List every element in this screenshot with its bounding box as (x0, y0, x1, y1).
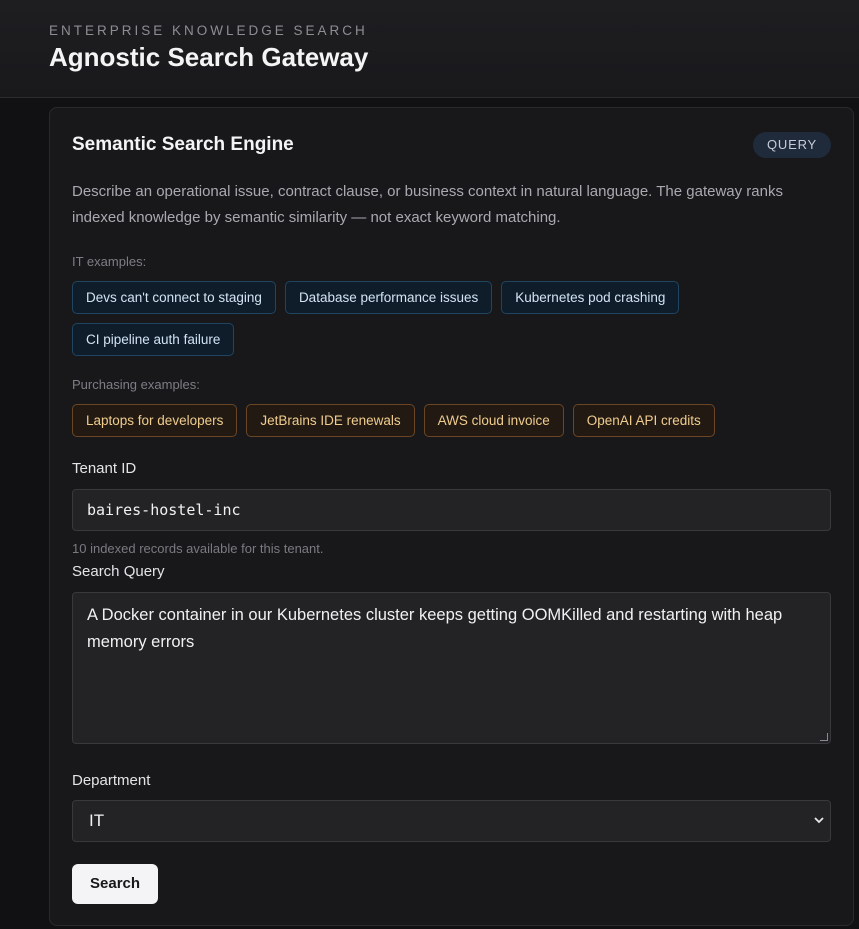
header-eyebrow: ENTERPRISE KNOWLEDGE SEARCH (49, 23, 368, 38)
card-title: Semantic Search Engine (72, 134, 294, 155)
purchasing-example-chip[interactable]: OpenAI API credits (572, 404, 715, 437)
search-query-textarea[interactable]: A Docker container in our Kubernetes clu… (72, 592, 831, 744)
it-examples-row: Devs can't connect to staging Database p… (72, 281, 680, 314)
department-selected-value: IT (89, 811, 105, 830)
purchasing-examples-row: Laptops for developers JetBrains IDE ren… (72, 404, 715, 437)
it-example-chip[interactable]: CI pipeline auth failure (72, 323, 235, 356)
department-label: Department (72, 772, 151, 789)
search-query-label: Search Query (72, 563, 165, 580)
department-select[interactable]: IT (72, 800, 831, 842)
purchasing-example-chip[interactable]: Laptops for developers (72, 404, 238, 437)
purchasing-example-chip[interactable]: AWS cloud invoice (423, 404, 564, 437)
app-header: ENTERPRISE KNOWLEDGE SEARCH Agnostic Sea… (0, 0, 859, 98)
card-description: Describe an operational issue, contract … (72, 183, 783, 226)
it-examples-row-2: CI pipeline auth failure (72, 323, 235, 356)
purchasing-examples-label: Purchasing examples: (72, 377, 200, 392)
search-card: Semantic Search Engine QUERY Describe an… (49, 107, 854, 926)
it-example-chip[interactable]: Kubernetes pod crashing (501, 281, 680, 314)
tenant-id-label: Tenant ID (72, 460, 137, 477)
search-query-text: A Docker container in our Kubernetes clu… (87, 606, 783, 651)
resize-grip-icon[interactable] (820, 733, 828, 741)
it-example-chip[interactable]: Devs can't connect to staging (72, 281, 276, 314)
tenant-records-hint: 10 indexed records available for this te… (72, 541, 324, 556)
tenant-id-input[interactable]: baires-hostel-inc (72, 489, 831, 531)
chevron-down-icon (814, 817, 824, 824)
query-badge: QUERY (753, 132, 831, 158)
it-examples-label: IT examples: (72, 254, 147, 269)
search-button[interactable]: Search (72, 864, 159, 904)
it-example-chip[interactable]: Database performance issues (284, 281, 493, 314)
page-title: Agnostic Search Gateway (49, 42, 369, 72)
purchasing-example-chip[interactable]: JetBrains IDE renewals (246, 404, 415, 437)
